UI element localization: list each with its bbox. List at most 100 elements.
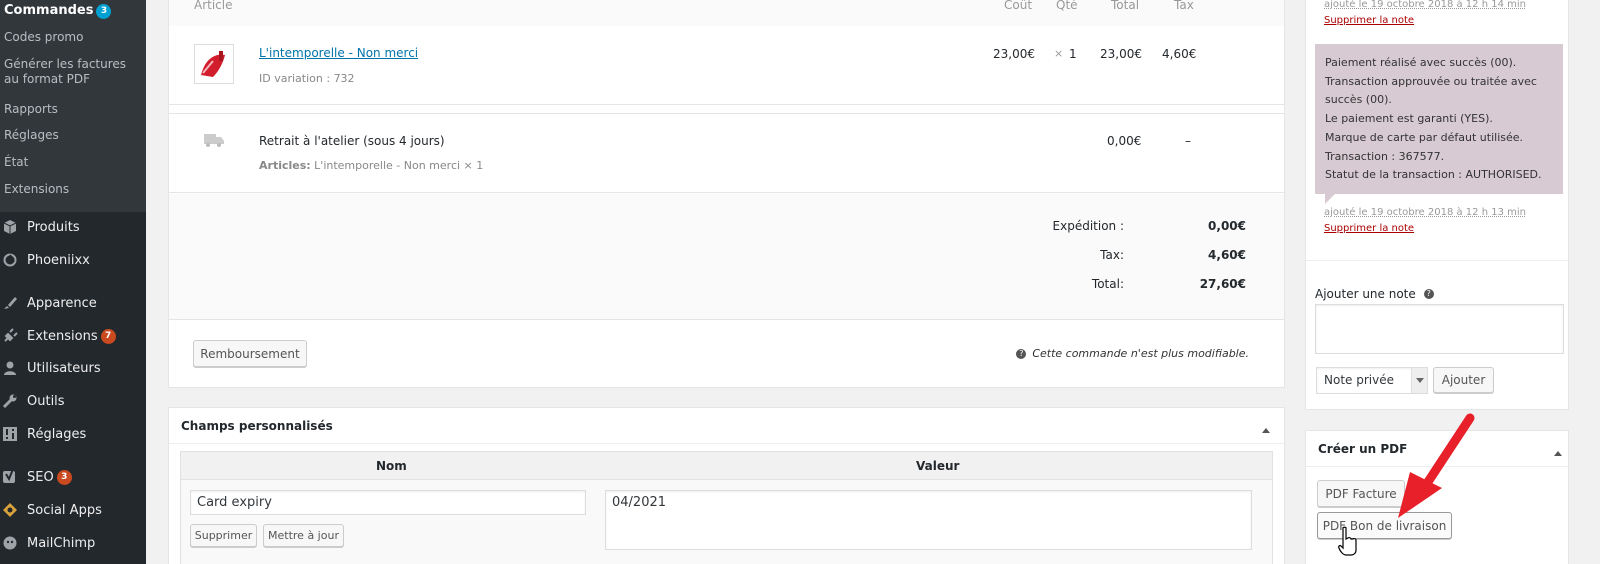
help-icon[interactable]: ?	[1423, 289, 1434, 299]
not-editable-text: Cette commande n'est plus modifiable.	[1032, 347, 1249, 360]
meta-value-textarea[interactable]: 04/2021	[605, 490, 1252, 550]
submenu-item-pdf-invoices[interactable]: Générer les factures au format PDF	[0, 57, 146, 87]
submenu-item-codes-promo[interactable]: Codes promo	[0, 30, 89, 45]
settings-icon	[0, 424, 20, 444]
col-total: Total	[1111, 0, 1140, 12]
submenu-item-extensions[interactable]: Extensions	[0, 182, 75, 197]
menu-label: Réglages	[27, 426, 87, 442]
menu-item-phoeniixx[interactable]: Phoeniixx	[0, 245, 146, 275]
menu-label: Utilisateurs	[27, 360, 101, 376]
order-notes-panel: ajouté le 19 octobre 2018 à 12 h 14 min …	[1305, 0, 1569, 410]
shipping-total: 0,00€	[1107, 134, 1142, 148]
custom-fields-table: Nom Valeur Card expiry Supprimer Mettre …	[180, 451, 1273, 564]
product-link[interactable]: L'intemporelle - Non merci	[259, 46, 418, 60]
product-qty: 1	[1069, 47, 1077, 61]
menu-item-social-apps[interactable]: Social Apps	[0, 495, 146, 525]
col-cout: Coût	[1004, 0, 1033, 12]
items-table-header: Article Coût Qté Total Tax	[169, 0, 1284, 26]
not-editable-notice: ? Cette commande n'est plus modifiable.	[1016, 347, 1249, 360]
menu-item-utilisateurs[interactable]: Utilisateurs	[0, 353, 146, 383]
col-nom: Nom	[376, 459, 407, 473]
delete-note-link[interactable]: Supprimer la note	[1324, 223, 1414, 234]
note-type-select[interactable]: Note privée	[1316, 367, 1428, 394]
help-icon: ?	[1016, 348, 1027, 359]
expedition-value: 0,00€	[1208, 219, 1246, 233]
note-line: Le paiement est garanti (YES).	[1325, 112, 1493, 126]
product-tax: 4,60€	[1162, 47, 1197, 61]
note-bubble-tail	[1325, 194, 1335, 204]
custom-fields-header[interactable]: Champs personnalisés	[169, 408, 1284, 444]
plugins-update-badge: 7	[100, 328, 116, 344]
shipping-row: Retrait à l'atelier (sous 4 jours) Artic…	[169, 113, 1284, 193]
note-line: Paiement réalisé avec succès (00).	[1325, 56, 1517, 69]
menu-item-seo[interactable]: SEO 3	[0, 462, 146, 492]
submenu-item-etat[interactable]: État	[0, 155, 34, 170]
order-note-bubble: Paiement réalisé avec succès (00). Trans…	[1315, 44, 1563, 194]
col-tax: Tax	[1174, 0, 1194, 12]
submenu-item-commandes[interactable]: Commandes 3	[0, 3, 117, 19]
delete-field-button[interactable]: Supprimer	[190, 524, 257, 547]
menu-item-reglages[interactable]: Réglages	[0, 419, 146, 449]
menu-label: SEO	[27, 469, 54, 485]
tax-label: Tax:	[1100, 248, 1124, 262]
menu-label: Apparence	[27, 295, 97, 311]
menu-item-extensions[interactable]: Extensions 7	[0, 321, 146, 351]
submenu-item-rapports[interactable]: Rapports	[0, 102, 64, 117]
refund-button[interactable]: Remboursement	[193, 340, 307, 367]
chevron-down-icon	[1411, 368, 1427, 393]
add-note-textarea[interactable]	[1315, 304, 1564, 354]
tax-value: 4,60€	[1208, 248, 1246, 262]
seo-notification-badge: 3	[56, 469, 72, 485]
social-icon	[0, 500, 20, 520]
product-cost: 23,00€	[993, 47, 1035, 61]
add-note-label-text: Ajouter une note	[1315, 287, 1416, 301]
update-field-button[interactable]: Mettre à jour	[263, 524, 344, 547]
note-meta: ajouté le 19 octobre 2018 à 12 h 13 min	[1324, 207, 1526, 218]
col-valeur: Valeur	[916, 459, 960, 473]
col-article: Article	[194, 0, 233, 12]
menu-item-mailchimp[interactable]: MailChimp	[0, 528, 146, 558]
total-label: Total:	[1091, 277, 1124, 291]
product-thumbnail[interactable]	[194, 44, 234, 84]
orders-count-badge: 3	[96, 4, 112, 19]
articles-label: Articles:	[259, 159, 311, 172]
order-items-panel: Article Coût Qté Total Tax L'intemporell…	[168, 0, 1285, 388]
menu-label: Social Apps	[27, 502, 102, 518]
cube-icon	[0, 217, 20, 237]
collapse-arrow-icon[interactable]	[1554, 445, 1562, 459]
articles-value: L'intemporelle - Non merci × 1	[314, 159, 484, 172]
menu-item-outils[interactable]: Outils	[0, 386, 146, 416]
admin-sidebar: Commandes 3 Codes promo Générer les factu…	[0, 0, 146, 564]
submenu-label: Commandes	[4, 3, 94, 18]
collapse-arrow-icon[interactable]	[1262, 422, 1270, 436]
menu-label: Extensions	[27, 328, 98, 344]
shipping-articles: Articles: L'intemporelle - Non merci × 1	[259, 159, 483, 172]
note-line: Marque de carte par défaut utilisée.	[1325, 130, 1524, 144]
phoenix-icon	[0, 250, 20, 270]
yoast-icon	[0, 467, 20, 487]
col-qte: Qté	[1056, 0, 1078, 12]
delete-note-link-top[interactable]: Supprimer la note	[1324, 15, 1414, 26]
submenu-item-reglages[interactable]: Réglages	[0, 128, 65, 143]
expedition-label: Expédition :	[1052, 219, 1124, 233]
menu-label: MailChimp	[27, 535, 96, 551]
variation-value: 732	[333, 72, 355, 85]
product-total: 23,00€	[1100, 47, 1142, 61]
add-note-button[interactable]: Ajouter	[1433, 367, 1494, 393]
note-line: Transaction : 367577.	[1325, 149, 1445, 163]
menu-label: Produits	[27, 219, 80, 235]
meta-key-input[interactable]: Card expiry	[190, 490, 586, 515]
menu-item-apparence[interactable]: Apparence	[0, 288, 146, 318]
divider	[1306, 260, 1568, 261]
truck-icon	[204, 132, 224, 151]
shipping-method-name: Retrait à l'atelier (sous 4 jours)	[259, 134, 445, 148]
note-type-value: Note privée	[1324, 373, 1394, 387]
variation-label: ID variation :	[259, 72, 331, 85]
note-meta-top: ajouté le 19 octobre 2018 à 12 h 14 min	[1324, 0, 1526, 10]
plugin-icon	[0, 326, 20, 346]
annotation-arrow-icon	[1398, 413, 1475, 518]
total-value: 27,60€	[1199, 277, 1246, 291]
menu-item-produits[interactable]: Produits	[0, 212, 146, 242]
user-icon	[0, 358, 20, 378]
mailchimp-icon	[0, 533, 20, 553]
